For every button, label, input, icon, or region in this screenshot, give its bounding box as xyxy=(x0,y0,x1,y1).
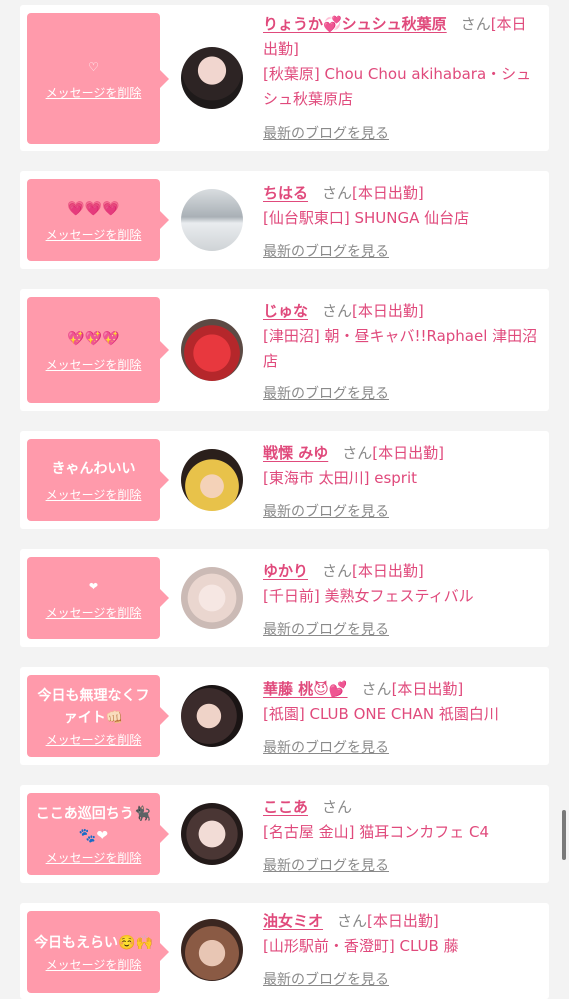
avatar[interactable] xyxy=(181,567,243,629)
entry-info: ゆかり さん[本日出勤] [千日前] 美熟女フェスティバル xyxy=(263,559,541,609)
avatar[interactable] xyxy=(181,449,243,511)
cast-name-link[interactable]: ちはる xyxy=(263,184,308,202)
shop-name: [津田沼] 朝・昼キャバ!!Raphael 津田沼店 xyxy=(263,327,538,370)
shop-name: [東海市 太田川] esprit xyxy=(263,469,418,487)
status-badge: [本日出勤] xyxy=(352,302,424,320)
honorific: さん xyxy=(361,680,392,698)
delete-message-link[interactable]: メッセージを削除 xyxy=(46,956,142,973)
delete-message-link[interactable]: メッセージを削除 xyxy=(46,356,142,373)
status-badge: [本日出勤] xyxy=(352,184,424,202)
list-item: 今日もえらい☺️🙌 メッセージを削除 油女ミオ さん[本日出勤] [山形駅前・香澄… xyxy=(20,903,549,999)
delete-message-link[interactable]: メッセージを削除 xyxy=(46,486,142,503)
message-bubble: 💗💗💗 メッセージを削除 xyxy=(27,179,169,261)
entry-info: ちはる さん[本日出勤] [仙台駅東口] SHUNGA 仙台店 xyxy=(263,181,541,231)
shop-name: [仙台駅東口] SHUNGA 仙台店 xyxy=(263,209,470,227)
view-blog-link[interactable]: 最新のブログを見る xyxy=(263,501,389,521)
cast-name-link[interactable]: ここあ xyxy=(263,798,308,816)
entry-info: りょうか💞シュシュ秋葉原 さん[本日出勤] [秋葉原] Chou Chou aki… xyxy=(263,12,541,112)
honorific: さん xyxy=(337,912,368,930)
cast-name-link[interactable]: 油女ミオ xyxy=(263,912,323,930)
status-badge: [本日出勤] xyxy=(391,680,464,698)
message-text: 今日も無理なくファイト👊🏻 xyxy=(37,687,150,726)
message-text: ❤ xyxy=(88,579,99,593)
list-item: きゃんわいい メッセージを削除 戦慄 みゆ さん[本日出勤] [東海市 太田川] … xyxy=(20,431,549,529)
avatar[interactable] xyxy=(181,319,243,381)
shop-name: [秋葉原] Chou Chou akihabara・シュシュ秋葉原店 xyxy=(263,65,532,108)
list-item: 💗💗💗 メッセージを削除 ちはる さん[本日出勤] [仙台駅東口] SHUNGA … xyxy=(20,171,549,269)
entry-info: ここあ さん [名古屋 金山] 猫耳コンカフェ C4 xyxy=(263,795,541,845)
view-blog-link[interactable]: 最新のブログを見る xyxy=(263,383,389,403)
scrollbar[interactable] xyxy=(562,810,566,860)
entry-info: 華藤 桃😈💕 さん[本日出勤] [祇園] CLUB ONE CHAN 祇園白川 xyxy=(263,677,541,727)
message-text: 💖💖💖 xyxy=(67,330,120,347)
message-bubble: 💖💖💖 メッセージを削除 xyxy=(27,297,169,403)
honorific: さん xyxy=(342,444,373,462)
cast-name-link[interactable]: 華藤 桃😈💕 xyxy=(263,680,348,698)
list-item: ここあ巡回ちう🐈‍⬛🐾❤ メッセージを削除 ここあ さん [名古屋 金山] 猫耳コ… xyxy=(20,785,549,883)
view-blog-link[interactable]: 最新のブログを見る xyxy=(263,241,389,261)
honorific: さん xyxy=(460,15,491,33)
view-blog-link[interactable]: 最新のブログを見る xyxy=(263,855,389,875)
list-item: 💖💖💖 メッセージを削除 じゅな さん[本日出勤] [津田沼] 朝・昼キャバ!!R… xyxy=(20,289,549,411)
message-bubble: ここあ巡回ちう🐈‍⬛🐾❤ メッセージを削除 xyxy=(27,793,169,875)
list-item: ❤ メッセージを削除 ゆかり さん[本日出勤] [千日前] 美熟女フェスティバル … xyxy=(20,549,549,647)
delete-message-link[interactable]: メッセージを削除 xyxy=(46,604,142,621)
view-blog-link[interactable]: 最新のブログを見る xyxy=(263,123,389,143)
message-text: きゃんわいい xyxy=(51,460,136,477)
cast-name-link[interactable]: 戦慄 みゆ xyxy=(263,444,328,462)
message-text: ♡ xyxy=(88,60,99,74)
entry-info: じゅな さん[本日出勤] [津田沼] 朝・昼キャバ!!Raphael 津田沼店 xyxy=(263,299,541,374)
delete-message-link[interactable]: メッセージを削除 xyxy=(46,226,142,243)
message-bubble: ❤ メッセージを削除 xyxy=(27,557,169,639)
avatar[interactable] xyxy=(181,919,243,981)
list-item: 今日も無理なくファイト👊🏻 メッセージを削除 華藤 桃😈💕 さん[本日出勤] [祇… xyxy=(20,667,549,765)
view-blog-link[interactable]: 最新のブログを見る xyxy=(263,737,389,757)
status-badge: [本日出勤] xyxy=(372,444,444,462)
shop-name: [祇園] CLUB ONE CHAN 祇園白川 xyxy=(263,705,499,723)
avatar[interactable] xyxy=(181,685,243,747)
cast-name-link[interactable]: じゅな xyxy=(263,302,308,320)
status-badge: [本日出勤] xyxy=(367,912,439,930)
cast-name-link[interactable]: ゆかり xyxy=(263,562,308,580)
view-blog-link[interactable]: 最新のブログを見る xyxy=(263,969,389,989)
message-bubble: 今日も無理なくファイト👊🏻 メッセージを削除 xyxy=(27,675,169,757)
message-bubble: ♡ メッセージを削除 xyxy=(27,13,169,144)
delete-message-link[interactable]: メッセージを削除 xyxy=(46,731,142,748)
honorific: さん xyxy=(322,562,353,580)
list-item: ♡ メッセージを削除 りょうか💞シュシュ秋葉原 さん[本日出勤] [秋葉原] Ch… xyxy=(20,5,549,151)
honorific: さん xyxy=(322,184,353,202)
shop-name: [山形駅前・香澄町] CLUB 藤 xyxy=(263,937,459,955)
avatar[interactable] xyxy=(181,47,243,109)
delete-message-link[interactable]: メッセージを削除 xyxy=(46,84,142,101)
message-text: ここあ巡回ちう🐈‍⬛🐾❤ xyxy=(35,805,152,844)
honorific: さん xyxy=(322,302,353,320)
cast-name-link[interactable]: りょうか💞シュシュ秋葉原 xyxy=(263,15,447,33)
avatar[interactable] xyxy=(181,189,243,251)
message-text: 今日もえらい☺️🙌 xyxy=(34,934,153,951)
view-blog-link[interactable]: 最新のブログを見る xyxy=(263,619,389,639)
entry-info: 戦慄 みゆ さん[本日出勤] [東海市 太田川] esprit xyxy=(263,441,541,491)
message-text: 💗💗💗 xyxy=(67,200,120,217)
shop-name: [千日前] 美熟女フェスティバル xyxy=(263,587,474,605)
honorific: さん xyxy=(322,798,353,816)
message-bubble: きゃんわいい メッセージを削除 xyxy=(27,439,169,521)
avatar[interactable] xyxy=(181,803,243,865)
delete-message-link[interactable]: メッセージを削除 xyxy=(46,849,142,866)
entry-info: 油女ミオ さん[本日出勤] [山形駅前・香澄町] CLUB 藤 xyxy=(263,909,541,959)
shop-name: [名古屋 金山] 猫耳コンカフェ C4 xyxy=(263,823,490,841)
status-badge: [本日出勤] xyxy=(352,562,424,580)
message-bubble: 今日もえらい☺️🙌 メッセージを削除 xyxy=(27,911,169,993)
